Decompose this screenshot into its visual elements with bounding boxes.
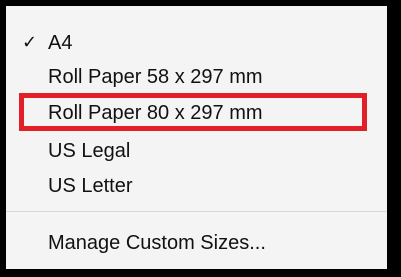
- menu-item-label: Manage Custom Sizes...: [48, 232, 266, 254]
- menu-item-label: US Legal: [48, 140, 131, 162]
- menu-item-us-legal[interactable]: US Legal: [6, 134, 387, 168]
- menu-item-label: US Letter: [48, 175, 133, 197]
- menu-item-label: A4: [48, 32, 73, 54]
- checkmark-icon: ✓: [22, 32, 38, 53]
- menu-separator: [6, 211, 387, 212]
- menu-item-us-letter[interactable]: US Letter: [6, 169, 387, 203]
- paper-size-menu: ✓ A4 Roll Paper 58 x 297 mm Roll Paper 8…: [6, 6, 387, 269]
- menu-item-roll-paper-58[interactable]: Roll Paper 58 x 297 mm: [6, 60, 387, 94]
- menu-item-label: Roll Paper 80 x 297 mm: [48, 102, 263, 124]
- menu-item-roll-paper-80[interactable]: Roll Paper 80 x 297 mm: [6, 96, 387, 130]
- menu-item-manage-custom-sizes[interactable]: Manage Custom Sizes...: [6, 226, 387, 260]
- menu-item-a4[interactable]: ✓ A4: [6, 26, 387, 60]
- menu-item-label: Roll Paper 58 x 297 mm: [48, 66, 263, 88]
- screenshot-frame: ✓ A4 Roll Paper 58 x 297 mm Roll Paper 8…: [0, 0, 401, 277]
